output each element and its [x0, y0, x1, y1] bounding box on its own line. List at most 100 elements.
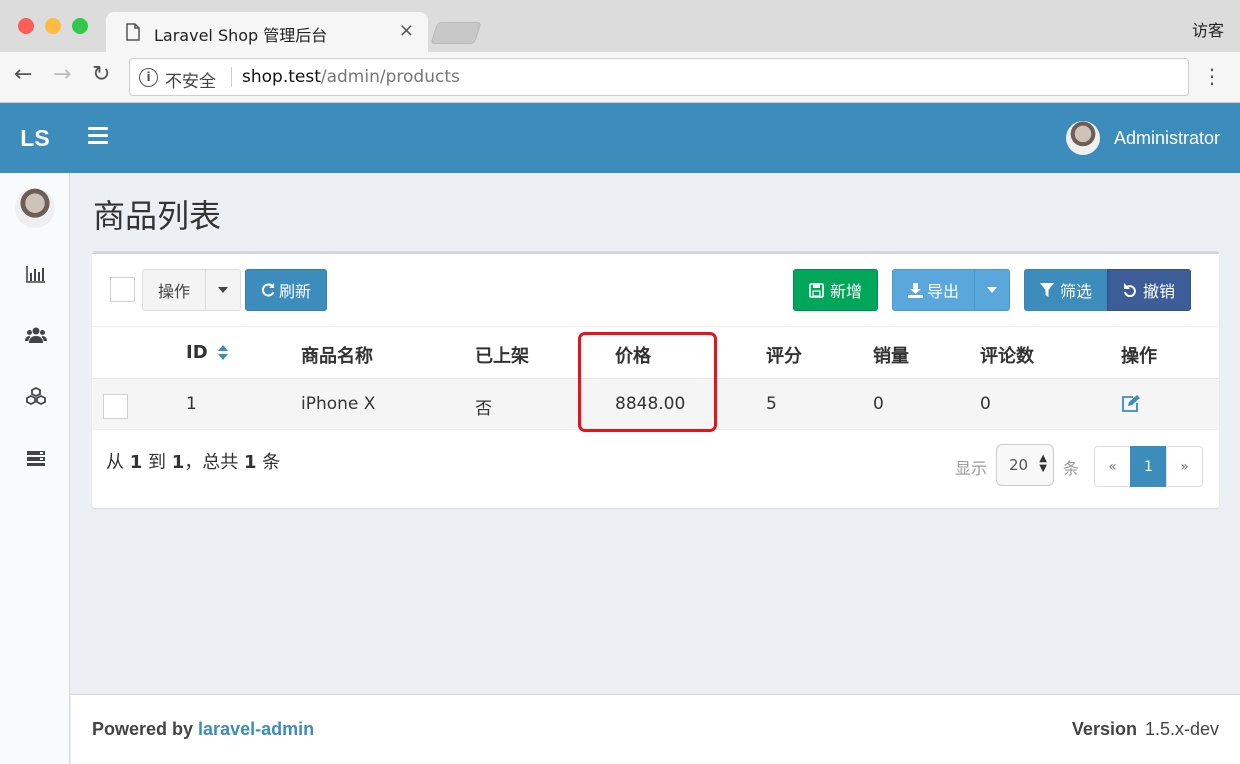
- forward-arrow-icon[interactable]: →: [53, 64, 71, 86]
- column-header-sold: 销量: [873, 346, 909, 367]
- column-header-label: ID: [186, 342, 208, 363]
- prev-page-button[interactable]: «: [1094, 446, 1131, 487]
- main-content: 商品列表 操作 刷新 新增 导出 筛选 撤销 ID 商品名称 已上架 价格 评分…: [71, 173, 1240, 694]
- pagination: « 1 »: [1094, 446, 1203, 487]
- column-header-reviews: 评论数: [980, 346, 1034, 367]
- sidebar: [0, 173, 70, 764]
- filter-icon: [1039, 283, 1054, 297]
- price-highlight-box: [578, 332, 717, 432]
- refresh-icon: [261, 283, 275, 297]
- new-product-button[interactable]: 新增: [793, 269, 878, 311]
- column-header-on-sale: 已上架: [475, 346, 529, 367]
- caret-down-icon: [987, 287, 997, 293]
- server-icon[interactable]: [25, 447, 47, 469]
- batch-actions-dropdown[interactable]: [205, 269, 241, 311]
- security-label[interactable]: 不安全: [165, 67, 216, 92]
- admin-app: LS Administrator 商品列表 操作 刷新 新增 导出 筛选 撤销 …: [0, 103, 1240, 764]
- powered-prefix: Powered by: [92, 719, 194, 739]
- next-page-button[interactable]: »: [1166, 446, 1203, 487]
- column-header-actions: 操作: [1121, 346, 1157, 367]
- sidebar-avatar[interactable]: [15, 188, 55, 228]
- save-icon: [809, 282, 824, 298]
- caret-down-icon: [218, 287, 228, 293]
- column-header-id[interactable]: ID: [186, 342, 228, 363]
- edit-icon[interactable]: [1121, 395, 1140, 412]
- tab-close-icon[interactable]: ×: [399, 20, 414, 41]
- omnibox-divider: [231, 67, 232, 87]
- users-icon[interactable]: [25, 324, 47, 346]
- guest-profile-label[interactable]: 访客: [1192, 17, 1224, 41]
- cell-sold: 0: [873, 394, 884, 414]
- undo-icon: [1123, 283, 1136, 297]
- page-footer: Powered by laravel-admin Version 1.5.x-de…: [71, 694, 1240, 764]
- column-header-name: 商品名称: [301, 346, 373, 367]
- refresh-label: 刷新: [278, 282, 311, 301]
- summary-total-prefix: ，总共: [184, 452, 239, 473]
- sidebar-toggle-icon[interactable]: [88, 127, 108, 147]
- new-product-label: 新增: [829, 282, 862, 301]
- close-window-button[interactable]: [18, 18, 34, 34]
- select-arrows-icon: ▲ ▼: [1039, 453, 1047, 474]
- grid-toolbar: 操作 刷新 新增 导出 筛选 撤销: [92, 254, 1219, 326]
- cell-id: 1: [186, 394, 197, 414]
- summary-total: 1: [244, 452, 257, 473]
- page-button-current[interactable]: 1: [1130, 446, 1167, 487]
- products-box: 操作 刷新 新增 导出 筛选 撤销 ID 商品名称 已上架 价格 评分 销量 评…: [92, 251, 1219, 508]
- export-button[interactable]: 导出: [892, 269, 975, 311]
- select-all-checkbox[interactable]: [110, 277, 135, 302]
- url-path: /admin/products: [320, 67, 460, 87]
- filter-label: 筛选: [1059, 282, 1092, 301]
- batch-actions-button[interactable]: 操作: [142, 269, 206, 311]
- new-tab-button[interactable]: [430, 22, 482, 44]
- sort-icon: [217, 345, 228, 360]
- bar-chart-icon[interactable]: [25, 263, 47, 285]
- row-checkbox[interactable]: [103, 394, 128, 419]
- summary-prefix: 从: [106, 452, 124, 473]
- minimize-window-button[interactable]: [45, 18, 61, 34]
- export-dropdown[interactable]: [974, 269, 1010, 311]
- summary-to-word: 到: [148, 452, 166, 473]
- column-header-rating: 评分: [766, 346, 802, 367]
- version-info: Version 1.5.x-dev: [1072, 719, 1219, 740]
- cell-reviews: 0: [980, 394, 991, 414]
- url-text[interactable]: shop.test/admin/products: [242, 67, 460, 87]
- browser-tabbar: Laravel Shop 管理后台 × 访客: [0, 0, 1240, 52]
- url-host: shop.test: [242, 67, 321, 87]
- laravel-admin-link[interactable]: laravel-admin: [198, 719, 314, 739]
- browser-tab[interactable]: Laravel Shop 管理后台 ×: [106, 12, 428, 52]
- per-page-unit: 条: [1063, 459, 1080, 478]
- browser-menu-icon[interactable]: ⋮: [1202, 64, 1222, 88]
- avatar: [1065, 121, 1100, 155]
- user-name: Administrator: [1113, 127, 1220, 148]
- per-page-label: 显示: [955, 459, 988, 478]
- reset-label: 撤销: [1142, 282, 1175, 301]
- cubes-icon[interactable]: [25, 386, 47, 408]
- refresh-button[interactable]: 刷新: [245, 269, 327, 311]
- cell-name: iPhone X: [301, 394, 376, 414]
- back-arrow-icon[interactable]: ←: [14, 64, 32, 86]
- version-value: 1.5.x-dev: [1144, 719, 1219, 739]
- browser-toolbar: ← → ↻ i 不安全 shop.test/admin/products ⋮: [0, 52, 1240, 103]
- address-bar[interactable]: i 不安全 shop.test/admin/products: [129, 58, 1189, 96]
- user-menu[interactable]: Administrator: [1065, 121, 1220, 155]
- maximize-window-button[interactable]: [72, 18, 88, 34]
- export-label: 导出: [926, 282, 959, 301]
- powered-by: Powered by laravel-admin: [92, 719, 314, 740]
- page-title: 商品列表: [93, 197, 222, 235]
- document-icon: [126, 23, 140, 41]
- top-navbar: LS Administrator: [0, 103, 1240, 173]
- cell-rating: 5: [766, 394, 777, 414]
- download-icon: [907, 282, 923, 298]
- summary-to: 1: [171, 452, 185, 473]
- filter-button[interactable]: 筛选: [1024, 269, 1108, 311]
- cell-on-sale: 否: [475, 399, 492, 419]
- version-label: Version: [1071, 719, 1137, 739]
- reload-icon[interactable]: ↻: [92, 64, 110, 86]
- per-page-value: 20: [1009, 456, 1029, 474]
- tab-title: Laravel Shop 管理后台: [154, 26, 328, 45]
- reset-button[interactable]: 撤销: [1107, 269, 1191, 311]
- info-icon[interactable]: i: [139, 68, 158, 87]
- logo[interactable]: LS: [0, 103, 70, 173]
- per-page-select[interactable]: 20 ▲ ▼: [996, 444, 1054, 486]
- pagination-summary: 从 1 到 1，总共 1 条: [106, 448, 280, 474]
